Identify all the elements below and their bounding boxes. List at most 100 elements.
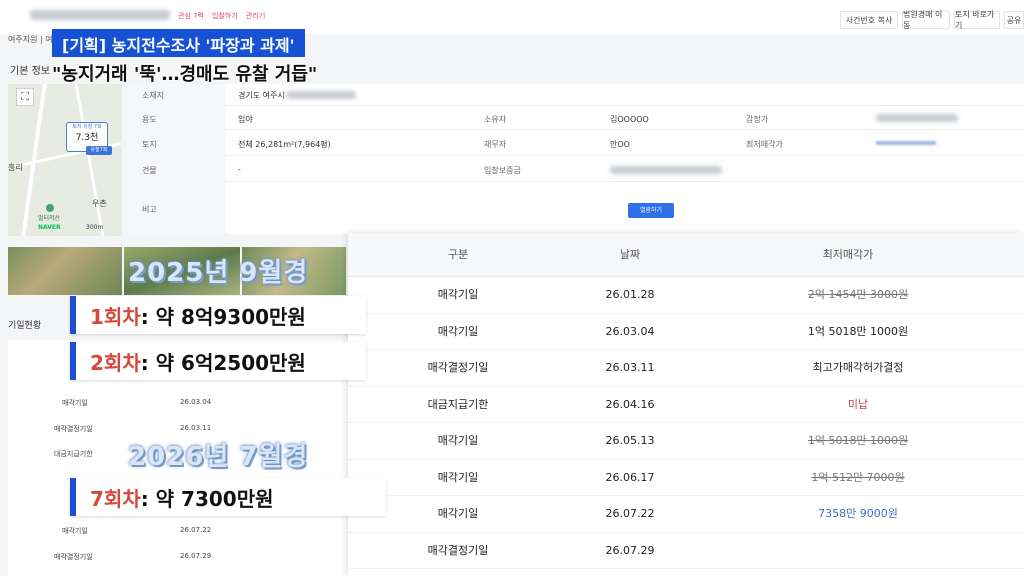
cell-min-price: 7358만 9000원 <box>818 507 898 520</box>
cell-date: 26.07.29 <box>605 543 655 557</box>
deposit-label: 입찰보증금 <box>484 166 521 175</box>
column-header-date: 날짜 <box>619 248 641 261</box>
year-caption-2026: 2026년 7월경 <box>128 442 309 472</box>
left-schedule-type: 매각기일 <box>62 399 88 407</box>
blurred-deposit <box>610 166 722 174</box>
debtor-value: 안OO <box>610 140 630 149</box>
use-label: 용도 <box>142 115 157 124</box>
map-marker-price: 7.3천 <box>75 133 99 143</box>
left-schedule-type: 매각결정기일 <box>54 425 93 433</box>
round-label: 7회차 <box>90 486 141 511</box>
cell-type: 매각결정기일 <box>427 361 489 374</box>
cell-type: 매각기일 <box>437 507 479 520</box>
owner-value: 김OOOOO <box>610 115 649 124</box>
property-info-table: 소재지 경기도 여주시 용도 임야 소유자 김OOOOO 감정가 토지 전체 2… <box>128 84 1024 234</box>
land-shortcut-button[interactable]: 토지 바로가기 <box>954 10 1000 30</box>
info-row: 소재지 경기도 여주시 <box>128 84 1024 106</box>
left-schedule-date: 26.03.04 <box>180 398 212 406</box>
location-label: 소재지 <box>142 91 165 100</box>
share-button[interactable]: 공유 <box>1004 11 1024 29</box>
building-value: - <box>238 165 241 174</box>
tab-interest[interactable]: 관심 7력 <box>178 11 204 21</box>
blurred-case-number <box>30 10 170 20</box>
table-row: 매각기일 26.01.28 2억 1454만 3000원 <box>348 277 1024 314</box>
copy-case-number-button[interactable]: 사건번호 복사 <box>840 11 898 29</box>
cell-type: 대금지급기한 <box>427 397 489 411</box>
cell-date: 26.07.22 <box>605 507 655 520</box>
left-schedule-type: 매각결정기일 <box>54 553 93 561</box>
left-schedule-type: 매각기일 <box>62 527 88 535</box>
cell-min-price: 2억 1454만 3000원 <box>807 288 909 301</box>
news-headline-tag: [기획] 농지전수조사 '파장과 과제' <box>52 29 305 57</box>
cell-date: 26.05.13 <box>605 434 655 447</box>
debtor-label: 채무자 <box>484 140 507 149</box>
table-row: 매각기일 26.06.17 1억 512만 7000원 <box>348 460 1024 496</box>
cell-date: 26.06.17 <box>605 470 655 484</box>
round-card: 1회차 : 약 8억9300만원 <box>70 296 366 334</box>
table-row: 매각결정기일 26.03.11 최고가매각허가결정 <box>348 350 1024 387</box>
news-headline-subtitle: "농지거래 '뚝'…경매도 유찰 거듭" <box>52 64 318 85</box>
cell-min-price: 1억 5018만 1000원 <box>807 434 909 447</box>
blurred-address <box>286 91 356 99</box>
cell-min-price: 최고가매각허가결정 <box>812 361 904 374</box>
cell-min-price: 1억 512만 7000원 <box>811 470 905 484</box>
auction-schedule-table: 구분 날짜 최저매각가 매각기일 26.01.28 2억 1454만 3000원매각… <box>348 233 1024 576</box>
cell-min-price: 미납 <box>847 397 869 411</box>
info-row: 토지 전체 26,281m²(7,964평) 채무자 안OO 최저매각가 <box>128 130 1024 156</box>
round-amount: : 약 7300만원 <box>140 486 274 511</box>
round-card: 2회차 : 약 6억2500만원 <box>70 342 366 380</box>
cell-type: 매각기일 <box>437 324 479 338</box>
remark-label: 비고 <box>142 205 157 214</box>
blurred-minimum-price <box>876 141 936 145</box>
round-label: 1회차 <box>90 304 141 329</box>
blurred-appraisal <box>876 114 958 122</box>
year-caption-2025: 2025년 9월경 <box>128 258 309 288</box>
owner-label: 소유자 <box>484 115 507 124</box>
location-value: 경기도 여주시 <box>238 91 285 100</box>
map-marker-tag: 유찰7회 <box>86 146 112 155</box>
round-amount: : 약 8억9300만원 <box>140 304 306 329</box>
info-row: 건물 - 입찰보증금 <box>128 156 1024 182</box>
table-row: 매각결정기일 26.07.29 <box>348 533 1024 570</box>
court-auction-link-button[interactable]: 법원경매 이동 <box>902 10 950 30</box>
column-header-type: 구분 <box>447 248 469 261</box>
cell-date: 26.03.11 <box>605 361 655 374</box>
cell-date: 26.01.28 <box>605 288 655 301</box>
round-label: 2회차 <box>90 350 141 375</box>
table-row: 매각기일 26.05.13 1억 5018만 1000원 <box>348 423 1024 460</box>
round-card: 7회차 : 약 7300만원 <box>70 478 386 516</box>
tab-bid[interactable]: 입찰하기 <box>212 11 238 21</box>
map-road <box>74 84 105 236</box>
tab-manage[interactable]: 관리기 <box>246 11 265 21</box>
cell-type: 매각기일 <box>437 434 479 447</box>
land-value: 전체 26,281m²(7,964평) <box>238 140 331 149</box>
table-row: 매각기일 26.07.22 7358만 9000원 <box>348 496 1024 533</box>
map-poi-label: 벌터저산 <box>38 215 61 222</box>
cell-type: 매각기일 <box>437 470 479 484</box>
map-place-label: 우촌 <box>92 199 107 208</box>
schedule-title: 기일현황 <box>8 321 42 331</box>
info-row: 비고 <box>128 182 1024 234</box>
table-row: 매각기일 26.03.04 1억 5018만 1000원 <box>348 314 1024 350</box>
court-name: 여주지원 | 여 <box>8 35 53 44</box>
land-label: 토지 <box>142 140 157 149</box>
left-schedule-date: 26.03.11 <box>180 424 212 432</box>
appraisal-label: 감정가 <box>746 115 769 124</box>
cell-date: 26.03.04 <box>605 324 655 338</box>
view-detail-button[interactable]: 열람하기 <box>628 203 674 218</box>
basic-info-title: 기본 정보 <box>10 66 50 77</box>
photo-thumbnail[interactable] <box>8 247 122 295</box>
table-row: 대금지급기한 26.04.16 미납 <box>348 387 1024 423</box>
left-schedule-date: 26.07.22 <box>180 526 212 534</box>
round-amount: : 약 6억2500만원 <box>140 350 306 375</box>
cell-date: 26.04.16 <box>605 397 655 411</box>
poi-icon <box>46 204 54 212</box>
info-row: 용도 임야 소유자 김OOOOO 감정가 <box>128 106 1024 130</box>
fullscreen-icon[interactable]: ⛶ <box>16 88 34 106</box>
map-scale: 300m <box>86 224 104 231</box>
map-marker-caption: 토지 유찰 7회 <box>72 124 102 130</box>
cell-min-price <box>768 533 948 570</box>
left-schedule-type: 대금지급기한 <box>54 450 93 458</box>
map-view[interactable]: ⛶ 토지 유찰 7회 7.3천 유찰7회 흥리 우촌 벌터저산 NAVER 30… <box>8 84 122 236</box>
column-header-min-price: 최저매각가 <box>822 248 874 261</box>
